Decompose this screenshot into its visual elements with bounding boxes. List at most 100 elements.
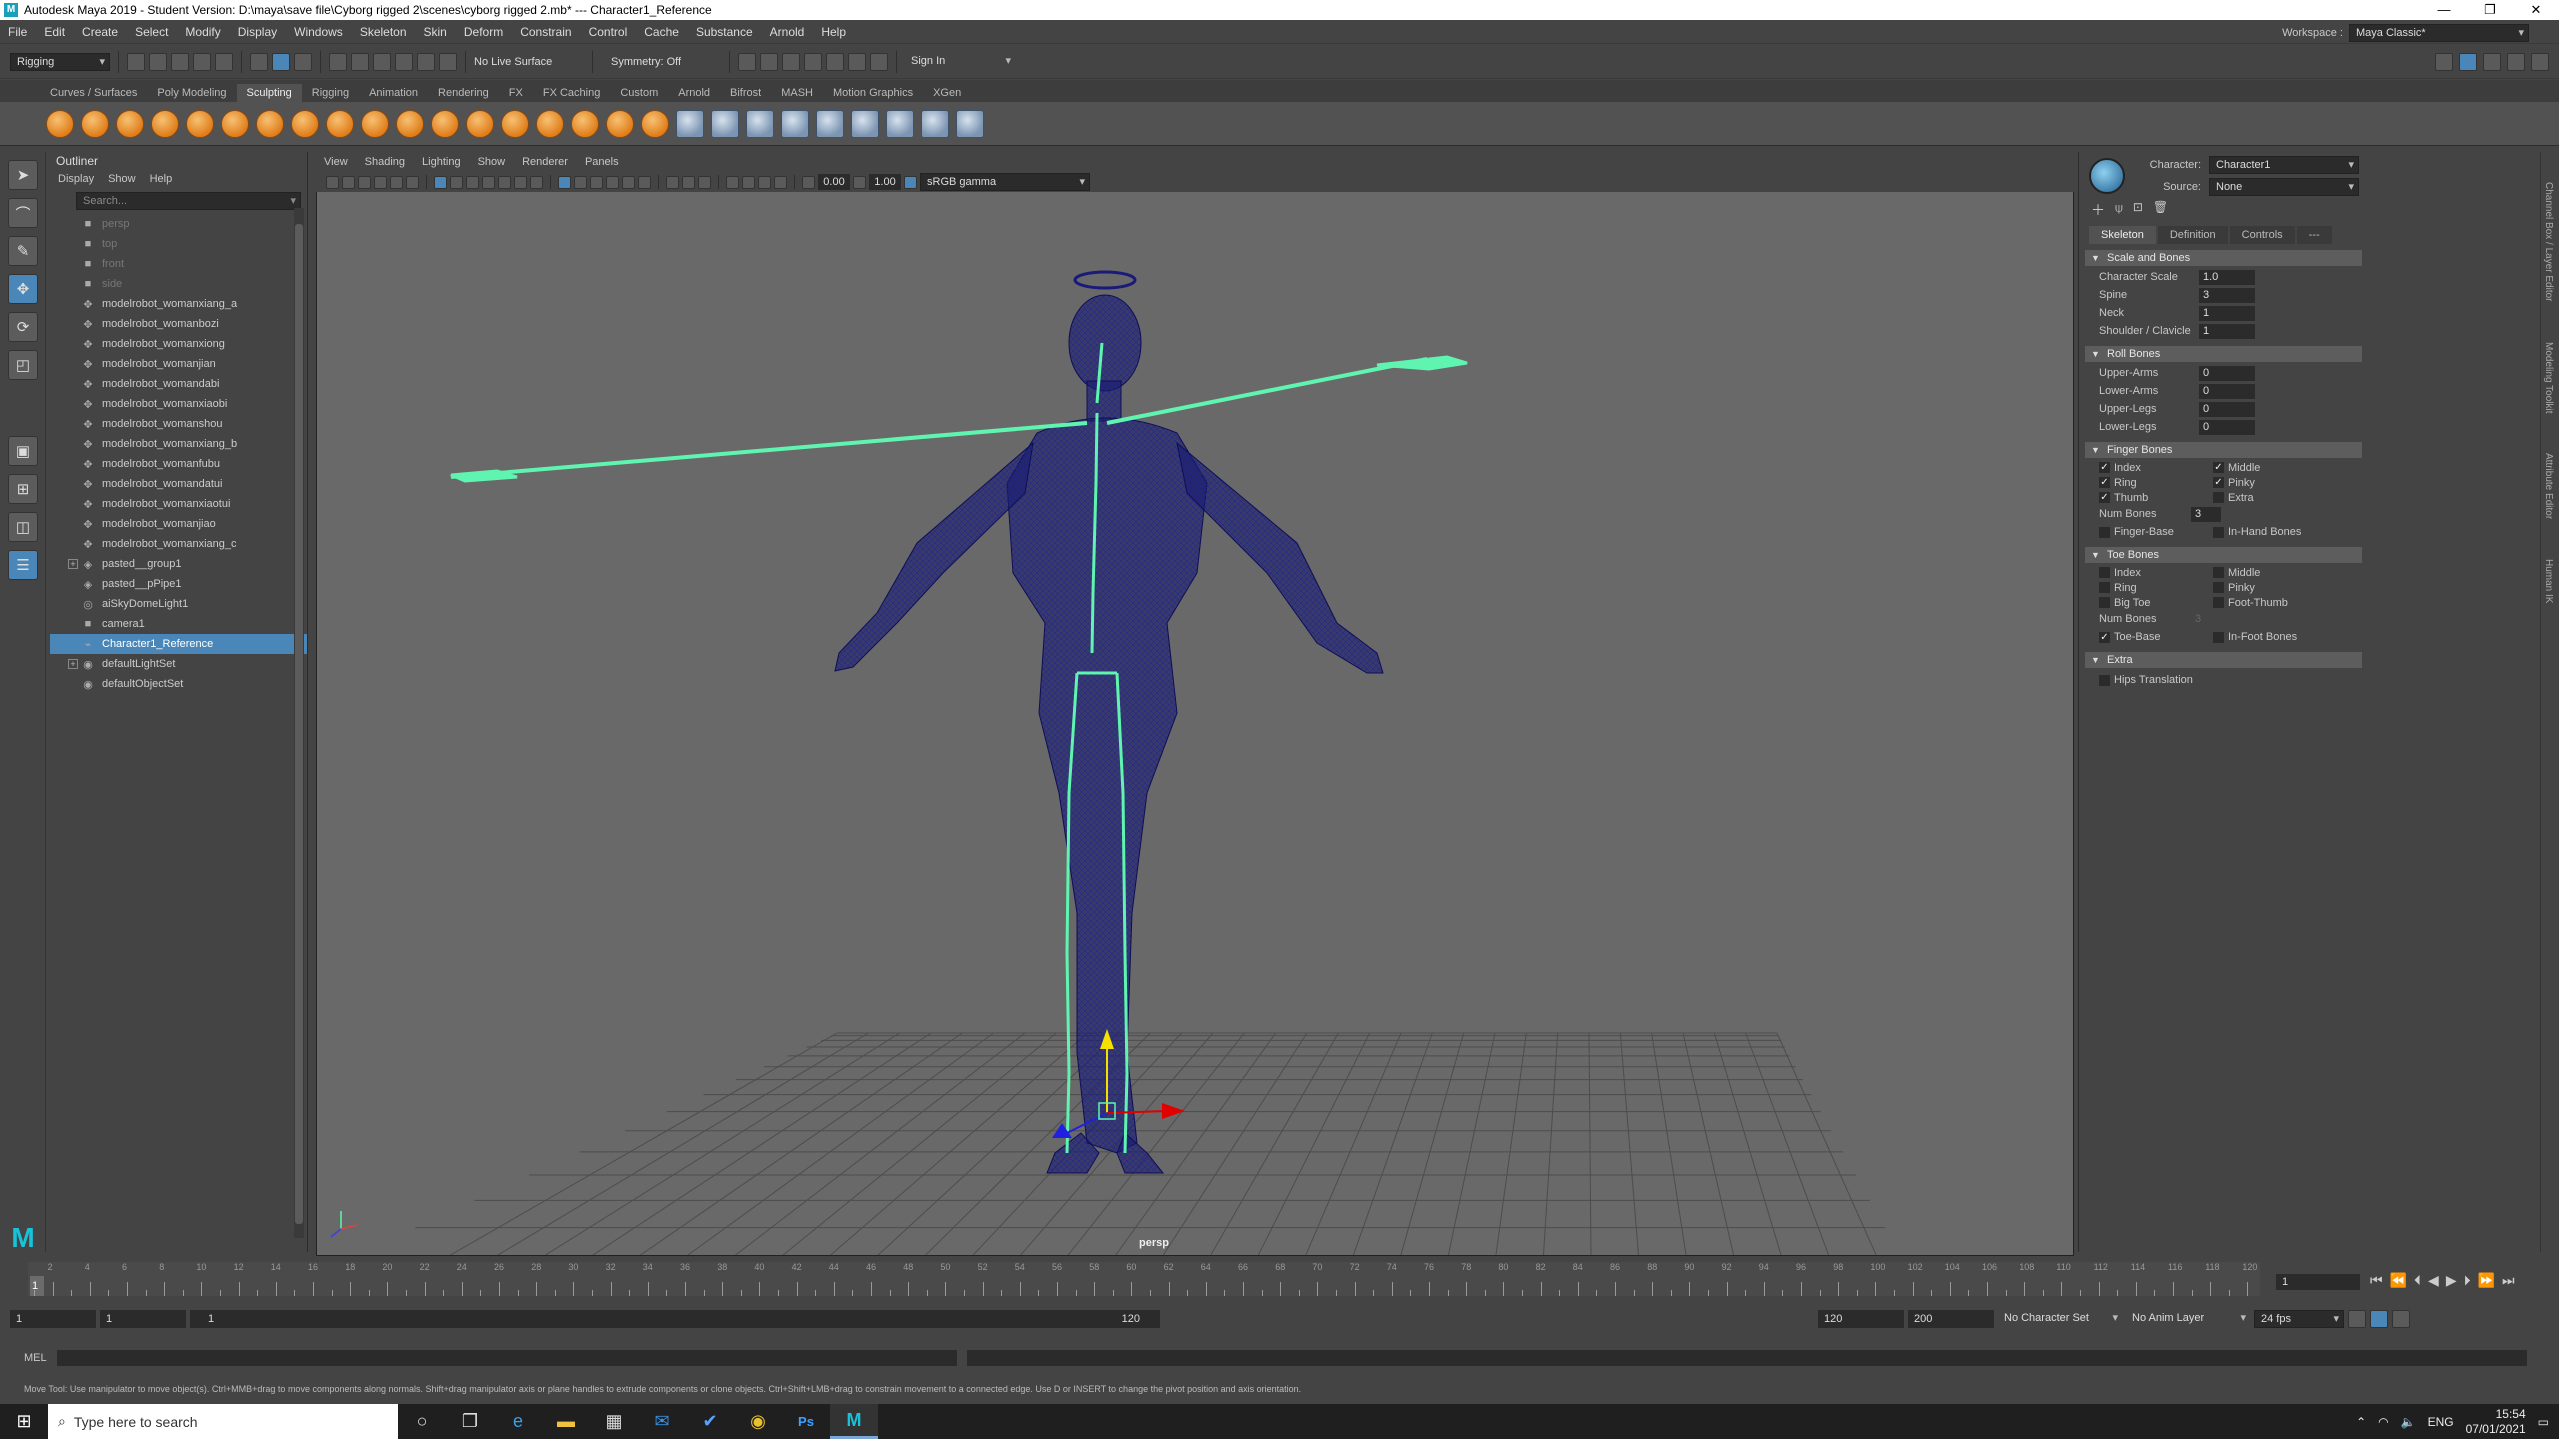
resolution-gate-icon[interactable] bbox=[466, 175, 479, 189]
start-time-field[interactable]: 1 bbox=[10, 1310, 96, 1328]
snap-view-icon[interactable] bbox=[395, 52, 413, 71]
field-value[interactable]: 0 bbox=[2199, 365, 2255, 381]
sign-in-button[interactable]: Sign In bbox=[905, 52, 1015, 71]
render-settings-icon[interactable] bbox=[804, 52, 822, 71]
checkbox[interactable]: Extra bbox=[2213, 492, 2327, 504]
playback-start-field[interactable]: 1 bbox=[100, 1310, 186, 1328]
sculpt-tool-icon[interactable] bbox=[536, 109, 564, 138]
paint-select-tool-icon[interactable]: ✎ bbox=[8, 236, 38, 266]
outliner-item[interactable]: ◈ pasted__pPipe1 bbox=[50, 574, 307, 594]
color-space-dropdown[interactable]: sRGB gamma bbox=[920, 173, 1090, 191]
viewport-menu-view[interactable]: View bbox=[324, 156, 348, 168]
anti-alias-icon[interactable] bbox=[698, 175, 711, 189]
language-indicator[interactable]: ENG bbox=[2428, 1415, 2454, 1429]
outliner-item[interactable]: ✥ modelrobot_womanxiong bbox=[50, 334, 307, 354]
shelf-tab-custom[interactable]: Custom bbox=[610, 84, 668, 102]
menu-create[interactable]: Create bbox=[82, 25, 118, 39]
sculpt-tool-icon[interactable] bbox=[81, 109, 109, 138]
sculpt-tool-icon[interactable] bbox=[291, 109, 319, 138]
tray-chevron-icon[interactable]: ⌃ bbox=[2356, 1415, 2366, 1429]
sculpt-tool-icon[interactable] bbox=[396, 109, 424, 138]
maximize-button[interactable]: ❐ bbox=[2467, 0, 2513, 20]
shelf-tab-curves-surfaces[interactable]: Curves / Surfaces bbox=[40, 84, 147, 102]
ambient-occlusion-icon[interactable] bbox=[666, 175, 679, 189]
four-view-icon[interactable]: ⊞ bbox=[8, 474, 38, 504]
sculpt-tool-icon[interactable] bbox=[816, 109, 844, 138]
viewport-3d[interactable]: persp bbox=[316, 152, 2074, 1256]
shelf-tab-sculpting[interactable]: Sculpting bbox=[236, 84, 302, 102]
hik-tab-controls[interactable]: Controls bbox=[2229, 226, 2295, 244]
taskbar-search-input[interactable]: ⌕ Type here to search bbox=[48, 1404, 398, 1439]
outliner-item[interactable]: ✥ modelrobot_womanshou bbox=[50, 414, 307, 434]
checkbox[interactable]: In-Foot Bones bbox=[2213, 631, 2327, 643]
delete-icon[interactable]: 🗑 bbox=[2153, 200, 2168, 220]
snap-live-icon[interactable] bbox=[439, 52, 457, 71]
outliner-item[interactable]: ◉ defaultObjectSet bbox=[50, 674, 307, 694]
character-set-dropdown[interactable]: No Character Set bbox=[1998, 1310, 2122, 1328]
checkbox-box[interactable] bbox=[2213, 526, 2224, 538]
outliner-view-icon[interactable]: ☰ bbox=[8, 550, 38, 580]
side-tab-attribute-editor[interactable]: Attribute Editor bbox=[2543, 453, 2554, 519]
move-tool-icon[interactable]: ✥ bbox=[8, 274, 38, 304]
bookmark-icon[interactable] bbox=[358, 175, 371, 189]
select-tool-icon[interactable]: ➤ bbox=[8, 160, 38, 190]
sculpt-tool-icon[interactable] bbox=[606, 109, 634, 138]
film-gate-icon[interactable] bbox=[450, 175, 463, 189]
store-icon[interactable]: ▦ bbox=[590, 1404, 638, 1439]
outliner-item[interactable]: ■ camera1 bbox=[50, 614, 307, 634]
workspace-dropdown[interactable]: Maya Classic* bbox=[2349, 24, 2529, 42]
outliner-item[interactable]: ✥ modelrobot_womandatui bbox=[50, 474, 307, 494]
outliner-item[interactable]: ■ top bbox=[50, 234, 307, 254]
camera-attributes-icon[interactable] bbox=[342, 175, 355, 189]
checkbox-box[interactable] bbox=[2099, 526, 2110, 538]
exposure-field[interactable]: 0.00 bbox=[818, 174, 850, 190]
minimize-button[interactable]: — bbox=[2421, 0, 2467, 20]
shelf-tab-fx[interactable]: FX bbox=[499, 84, 533, 102]
section-scale-bones[interactable]: Scale and Bones bbox=[2085, 250, 2362, 266]
checkbox[interactable]: ✓ Toe-Base bbox=[2099, 631, 2213, 643]
outliner-search-input[interactable]: Search... ▾ bbox=[76, 192, 301, 210]
menu-display[interactable]: Display bbox=[238, 25, 277, 39]
windows-start-icon[interactable]: ⊞ bbox=[0, 1404, 48, 1439]
outliner-item[interactable]: ■ persp bbox=[50, 214, 307, 234]
checkbox-box[interactable] bbox=[2213, 582, 2224, 593]
create-character-icon[interactable]: ＋ bbox=[2091, 200, 2105, 220]
checkbox-box[interactable] bbox=[2099, 567, 2110, 578]
menu-cache[interactable]: Cache bbox=[644, 25, 679, 39]
messenger-icon[interactable]: ✔ bbox=[686, 1404, 734, 1439]
snap-curve-icon[interactable] bbox=[351, 52, 369, 71]
menu-file[interactable]: File bbox=[8, 25, 27, 39]
checkbox[interactable]: Foot-Thumb bbox=[2213, 597, 2327, 609]
select-hierarchy-icon[interactable] bbox=[250, 52, 268, 71]
checkbox[interactable]: Pinky bbox=[2213, 582, 2327, 594]
hips-translation-checkbox[interactable]: Hips Translation bbox=[2099, 674, 2299, 686]
hypershade-icon[interactable] bbox=[826, 52, 844, 71]
menu-windows[interactable]: Windows bbox=[294, 25, 343, 39]
checkbox-box[interactable] bbox=[2213, 631, 2224, 643]
menu-deform[interactable]: Deform bbox=[464, 25, 503, 39]
shelf-tab-bifrost[interactable]: Bifrost bbox=[720, 84, 771, 102]
menu-substance[interactable]: Substance bbox=[696, 25, 753, 39]
field-value[interactable]: 0 bbox=[2199, 383, 2255, 399]
sculpt-tool-icon[interactable] bbox=[921, 109, 949, 138]
field-chart-icon[interactable] bbox=[498, 175, 511, 189]
volume-icon[interactable]: 🔈 bbox=[2401, 1415, 2416, 1429]
num-bones-field[interactable]: 3 bbox=[2191, 506, 2221, 522]
viewport-menu-lighting[interactable]: Lighting bbox=[422, 156, 461, 168]
camera-select-icon[interactable] bbox=[326, 175, 339, 189]
outliner-item[interactable]: ✥ modelrobot_womanxiang_c bbox=[50, 534, 307, 554]
menu-select[interactable]: Select bbox=[135, 25, 168, 39]
sculpt-tool-icon[interactable] bbox=[221, 109, 249, 138]
checkbox[interactable]: ✓ Ring bbox=[2099, 477, 2213, 489]
viewport-menu-show[interactable]: Show bbox=[478, 156, 506, 168]
pause-render-icon[interactable] bbox=[870, 52, 888, 71]
outliner-item[interactable]: ✥ modelrobot_womanxiaotui bbox=[50, 494, 307, 514]
menu-skeleton[interactable]: Skeleton bbox=[360, 25, 407, 39]
shelf-tab-mash[interactable]: MASH bbox=[771, 84, 823, 102]
go-to-end-icon[interactable]: ⏭ bbox=[2502, 1272, 2515, 1289]
sculpt-tool-icon[interactable] bbox=[466, 109, 494, 138]
checkbox-box[interactable]: ✓ bbox=[2213, 462, 2224, 473]
field-value[interactable]: 1 bbox=[2199, 305, 2255, 321]
snap-surface-icon[interactable] bbox=[417, 52, 435, 71]
side-tab-human-ik[interactable]: Human IK bbox=[2543, 559, 2554, 603]
